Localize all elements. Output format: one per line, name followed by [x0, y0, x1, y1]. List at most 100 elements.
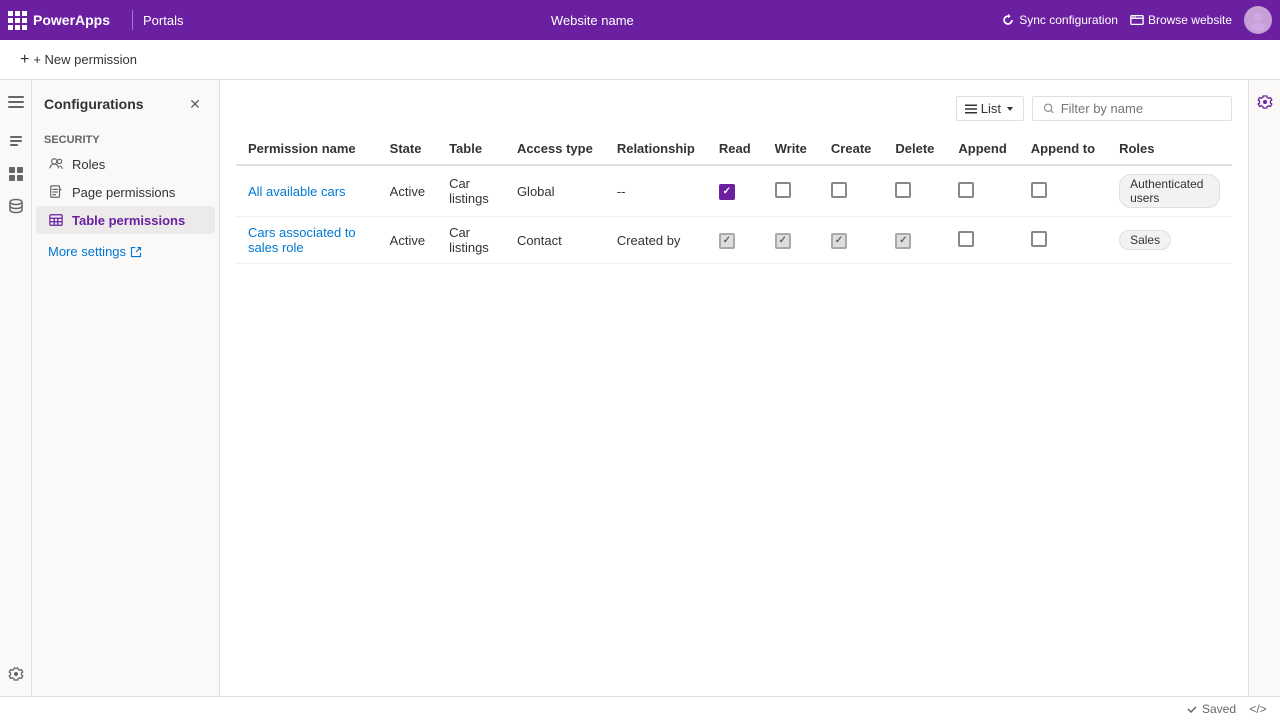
- read-checkbox-checked[interactable]: [719, 184, 735, 200]
- roles-label: Roles: [72, 157, 105, 172]
- browse-icon: [1130, 13, 1144, 27]
- cell-permission-name[interactable]: Cars associated to sales role: [236, 217, 378, 264]
- col-create: Create: [819, 133, 883, 165]
- code-editor-button[interactable]: </>: [1248, 699, 1268, 719]
- page-permissions-label: Page permissions: [72, 185, 175, 200]
- cell-table: Car listings: [437, 165, 505, 217]
- hamburger-menu-icon[interactable]: [2, 88, 30, 116]
- sidebar-item-roles[interactable]: Roles: [36, 150, 215, 178]
- role-badge: Authenticated users: [1119, 174, 1220, 208]
- col-state: State: [378, 133, 437, 165]
- new-permission-label: + New permission: [33, 52, 137, 67]
- table-body: All available cars Active Car listings G…: [236, 165, 1232, 264]
- pages-icon[interactable]: [2, 128, 30, 156]
- main-toolbar: + + New permission: [0, 40, 1280, 80]
- statusbar: Saved </>: [0, 696, 1280, 720]
- saved-label: Saved: [1202, 702, 1236, 716]
- sidebar: Configurations ✕ Security Roles: [32, 80, 220, 696]
- topbar-right: Sync configuration Browse website: [1001, 6, 1272, 34]
- cell-table: Car listings: [437, 217, 505, 264]
- new-permission-button[interactable]: + + New permission: [12, 47, 145, 73]
- portals-label[interactable]: Portals: [143, 13, 183, 28]
- append-to-checkbox[interactable]: [1031, 231, 1047, 247]
- cell-access-type: Contact: [505, 217, 605, 264]
- filter-by-name-input[interactable]: [1061, 101, 1221, 116]
- data-icon[interactable]: [2, 192, 30, 220]
- chevron-down-icon: [1005, 104, 1015, 114]
- browse-website-button[interactable]: Browse website: [1130, 13, 1232, 27]
- sync-icon: [1001, 13, 1015, 27]
- cell-permission-name[interactable]: All available cars: [236, 165, 378, 217]
- col-append: Append: [946, 133, 1018, 165]
- cell-write[interactable]: [763, 165, 819, 217]
- table-permissions-label: Table permissions: [72, 213, 185, 228]
- user-avatar[interactable]: [1244, 6, 1272, 34]
- table-row: Cars associated to sales role Active Car…: [236, 217, 1232, 264]
- sidebar-close-button[interactable]: ✕: [183, 92, 207, 116]
- delete-checkbox[interactable]: [895, 182, 911, 198]
- app-logo: PowerApps: [8, 11, 110, 30]
- append-checkbox[interactable]: [958, 182, 974, 198]
- table-container: List Permission name: [220, 80, 1248, 280]
- table-permissions-icon: [48, 212, 64, 228]
- append-checkbox[interactable]: [958, 231, 974, 247]
- browse-label: Browse website: [1148, 13, 1232, 27]
- filter-input-container[interactable]: [1032, 96, 1232, 121]
- cell-delete[interactable]: [883, 165, 946, 217]
- cell-create[interactable]: [819, 217, 883, 264]
- more-settings-link[interactable]: More settings: [36, 238, 215, 265]
- delete-checkbox-gray[interactable]: [895, 233, 911, 249]
- page-permissions-icon: [48, 184, 64, 200]
- col-permission-name: Permission name: [236, 133, 378, 165]
- write-checkbox[interactable]: [775, 182, 791, 198]
- sync-label: Sync configuration: [1019, 13, 1118, 27]
- create-checkbox[interactable]: [831, 182, 847, 198]
- list-view-icon: [965, 103, 977, 115]
- col-write: Write: [763, 133, 819, 165]
- main-layout: Configurations ✕ Security Roles: [0, 80, 1280, 696]
- plus-icon: +: [20, 51, 29, 69]
- left-icon-bar: [0, 80, 32, 696]
- code-icon: </>: [1249, 702, 1266, 716]
- create-checkbox-gray[interactable]: [831, 233, 847, 249]
- sidebar-item-page-permissions[interactable]: Page permissions: [36, 178, 215, 206]
- col-relationship: Relationship: [605, 133, 707, 165]
- col-roles: Roles: [1107, 133, 1232, 165]
- write-checkbox-gray[interactable]: [775, 233, 791, 249]
- cell-create[interactable]: [819, 165, 883, 217]
- cell-state: Active: [378, 217, 437, 264]
- table-row: All available cars Active Car listings G…: [236, 165, 1232, 217]
- cell-delete[interactable]: [883, 217, 946, 264]
- cell-append[interactable]: [946, 217, 1018, 264]
- roles-icon: [48, 156, 64, 172]
- settings-panel-button[interactable]: [1251, 88, 1279, 116]
- permissions-table: Permission name State Table Access type …: [236, 133, 1232, 264]
- cell-roles: Authenticated users: [1107, 165, 1232, 217]
- col-append-to: Append to: [1019, 133, 1107, 165]
- col-table: Table: [437, 133, 505, 165]
- cell-append-to[interactable]: [1019, 217, 1107, 264]
- append-to-checkbox[interactable]: [1031, 182, 1047, 198]
- read-checkbox-gray[interactable]: [719, 233, 735, 249]
- table-header: Permission name State Table Access type …: [236, 133, 1232, 165]
- saved-status: Saved: [1186, 702, 1236, 716]
- sync-configuration-button[interactable]: Sync configuration: [1001, 13, 1118, 27]
- right-icon-bar: [1248, 80, 1280, 696]
- col-delete: Delete: [883, 133, 946, 165]
- cell-write[interactable]: [763, 217, 819, 264]
- cell-relationship: --: [605, 165, 707, 217]
- sidebar-item-table-permissions[interactable]: Table permissions: [36, 206, 215, 234]
- cell-append-to[interactable]: [1019, 165, 1107, 217]
- cell-access-type: Global: [505, 165, 605, 217]
- topbar-divider: [132, 10, 133, 30]
- saved-check-icon: [1186, 703, 1198, 715]
- list-label: List: [981, 101, 1001, 116]
- role-badge: Sales: [1119, 230, 1171, 250]
- sidebar-header: Configurations ✕: [32, 80, 219, 124]
- cell-append[interactable]: [946, 165, 1018, 217]
- cell-read[interactable]: [707, 165, 763, 217]
- cell-read[interactable]: [707, 217, 763, 264]
- components-icon[interactable]: [2, 160, 30, 188]
- list-view-selector[interactable]: List: [956, 96, 1024, 121]
- settings-nav-icon[interactable]: [2, 660, 30, 688]
